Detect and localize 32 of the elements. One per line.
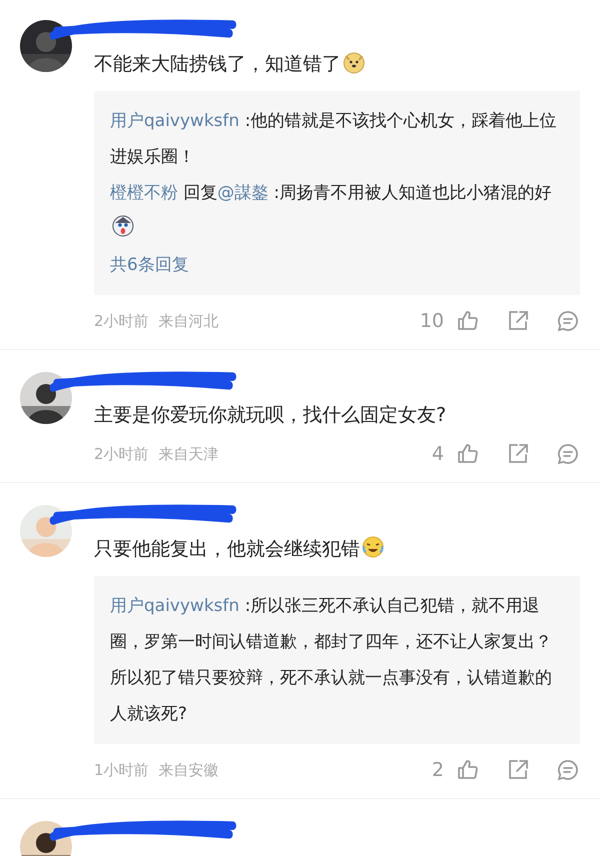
- comment-text: 只要他能复出，他就会继续犯错: [94, 535, 580, 562]
- dog-face-icon: [111, 214, 135, 238]
- share-icon[interactable]: [506, 309, 530, 333]
- reply-text: 用户qaivywksfn :所以张三死不承认自己犯错，就不用退圈，罗第一时间认错道歉，都封了四年，还不让人家复出？所以犯了错只要狡辩，死不承认就一点事没有，认错道歉的人就该死?: [110, 595, 553, 726]
- like-icon[interactable]: [456, 309, 480, 333]
- more-replies-link[interactable]: 共6条回复: [110, 247, 566, 283]
- reply-author[interactable]: 用户qaivywksfn: [110, 596, 240, 616]
- like-count: 2: [432, 759, 444, 781]
- share-icon[interactable]: [506, 758, 530, 782]
- location: 来自天津: [158, 444, 219, 464]
- location: 来自安徽: [158, 760, 219, 780]
- like-icon[interactable]: [456, 442, 480, 466]
- location: 来自河北: [158, 312, 219, 330]
- like-count: 4: [432, 443, 444, 465]
- comment-icon[interactable]: [556, 758, 580, 782]
- timestamp: 2小时前: [94, 444, 149, 464]
- like-count: 10: [420, 310, 444, 332]
- dog-face-icon: [342, 50, 366, 74]
- comment-icon[interactable]: [556, 442, 580, 466]
- laughing-face-icon: [361, 535, 385, 559]
- comment-text: 主要是你爱玩你就玩呗，找什么固定女友?: [94, 403, 448, 428]
- comment-text: 不能来大陆捞钱了，知道错了: [94, 50, 580, 77]
- timestamp: 1小时前: [94, 760, 149, 780]
- share-icon[interactable]: [506, 442, 530, 466]
- timestamp: 2小时前: [94, 312, 149, 330]
- like-icon[interactable]: [456, 758, 480, 782]
- mention-link[interactable]: @謀鏊: [217, 183, 268, 203]
- comment-icon[interactable]: [556, 309, 580, 333]
- reply-text: 用户qaivywksfn :他的错就是不该找个心机女，踩着他上位进娱乐圈！: [110, 110, 558, 169]
- reply-text: 橙橙不粉 回复@謀鏊 :周扬青不用被人知道也比小猪混的好: [110, 175, 566, 247]
- reply-author[interactable]: 橙橙不粉: [110, 183, 178, 203]
- reply-author[interactable]: 用户qaivywksfn: [110, 111, 240, 131]
